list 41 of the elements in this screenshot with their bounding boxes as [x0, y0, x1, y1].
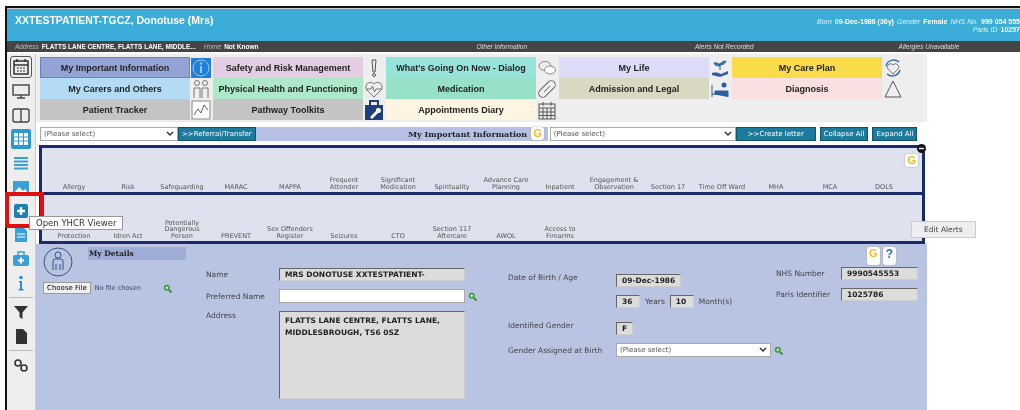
menu-tile[interactable]: Physical Health and Functioning	[213, 78, 363, 99]
heart-icon[interactable]	[883, 57, 903, 78]
zoom-icon[interactable]	[774, 345, 783, 355]
chevron-icon	[166, 130, 174, 137]
patient-name: XXTESTPATIENT-TGCZ, Donotuse (Mrs)	[15, 14, 214, 26]
triangle-icon[interactable]	[883, 78, 903, 99]
person-avatar-icon	[43, 247, 73, 277]
menu-tile[interactable]: What's Going On Now - Dialog	[386, 57, 536, 78]
line-chart-icon[interactable]	[191, 99, 211, 120]
menu-tile[interactable]: My Important Information	[40, 57, 190, 78]
menu-tile[interactable]: My Carers and Others	[40, 78, 190, 99]
plus-icon[interactable]	[11, 201, 31, 221]
menu-tile[interactable]: My Life	[559, 57, 709, 78]
pill-icon[interactable]	[537, 78, 557, 99]
calendar-icon[interactable]	[11, 57, 31, 77]
menu-tile[interactable]: My Care Plan	[732, 57, 882, 78]
split-panel-icon[interactable]	[11, 105, 31, 125]
chevron-icon	[759, 347, 767, 353]
tooltip: Open YHCR Viewer	[29, 216, 124, 230]
chevron-icon	[723, 130, 732, 137]
menu-tile[interactable]: Appointments Diary	[386, 99, 536, 120]
info-icon[interactable]	[191, 57, 211, 78]
monitor-icon[interactable]	[11, 81, 31, 101]
preferred-name-field[interactable]	[279, 289, 465, 303]
menu-tile[interactable]: Diagnosis	[732, 78, 882, 99]
calendar-icon[interactable]	[537, 99, 557, 120]
grid-icon[interactable]	[11, 129, 31, 149]
help-badge[interactable]: ?	[882, 247, 896, 265]
minus-icon[interactable]	[917, 144, 926, 153]
menu-tile[interactable]: Medication	[386, 78, 536, 99]
medical-bag-icon[interactable]	[11, 249, 31, 269]
toolbox-icon[interactable]	[364, 99, 384, 120]
zoom-icon[interactable]	[468, 291, 477, 301]
zoom-icon[interactable]	[162, 283, 172, 293]
menu-tile[interactable]: Patient Tracker	[40, 99, 190, 120]
menu-tile[interactable]: Safety and Risk Management	[213, 57, 363, 78]
menu-tile[interactable]: Pathway Toolkits	[213, 99, 363, 120]
section-title: My Important Information	[408, 128, 528, 139]
menu-tile[interactable]: Admission and Legal	[559, 78, 709, 99]
people-icon[interactable]	[191, 78, 211, 99]
plant-hand-icon[interactable]	[710, 57, 730, 78]
